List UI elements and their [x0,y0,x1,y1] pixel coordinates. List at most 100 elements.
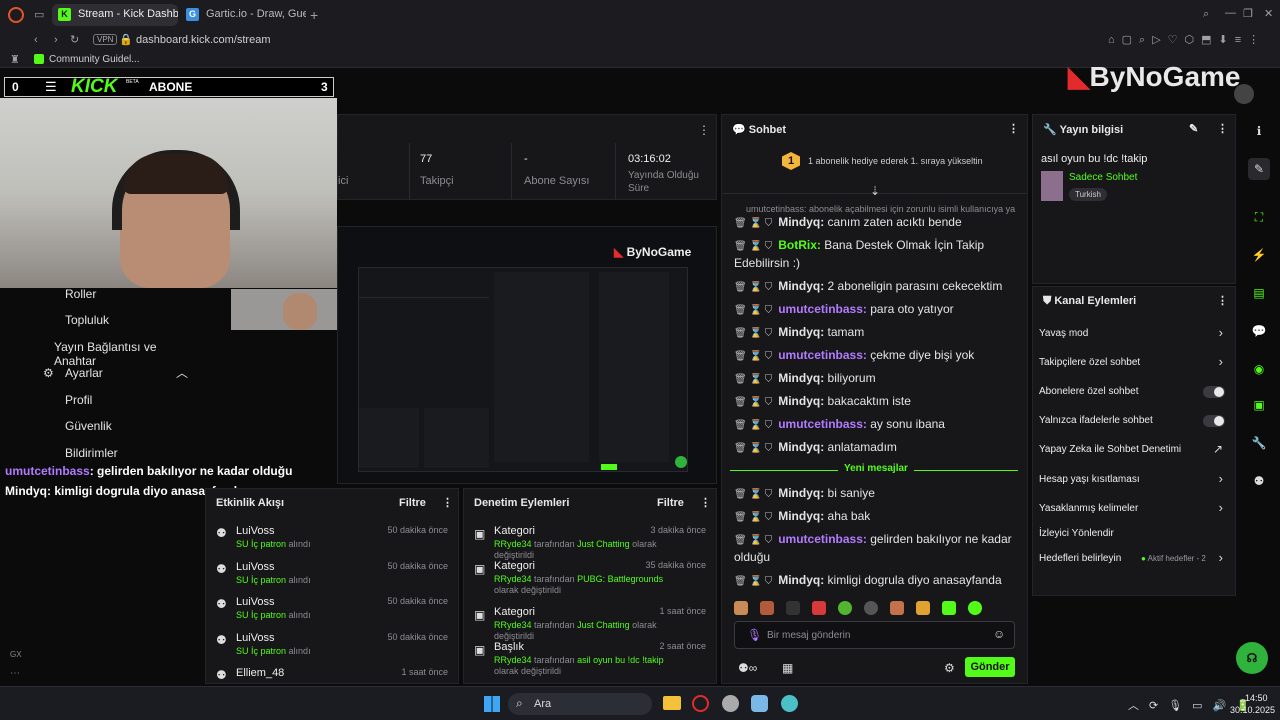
broadcast-icon[interactable]: ◉ [1248,358,1270,380]
channel-action-label[interactable]: Yapay Zeka ile Sohbet Denetimi [1039,444,1181,455]
channel-action-label[interactable]: Abonelere özel sohbet [1039,386,1139,397]
chat-rail-icon[interactable]: 💬 [1248,320,1270,342]
emote-icon[interactable] [890,601,904,615]
channel-action-label[interactable]: Yavaş mod [1039,328,1088,339]
chat-username[interactable]: Mindyq [778,486,820,500]
message-actions-icon[interactable]: 🗑 ⌛ ⛉ [734,443,772,454]
tab-kick-dashboard[interactable]: K Stream - Kick Dashboard [52,4,178,26]
moderation-item[interactable]: ▣ Başlık 2 saat önce RRyde34 tarafından asi… [464,637,716,681]
channel-action-item[interactable]: Hedefleri belirleyin › ● Aktif hedefler - … [1033,550,1235,570]
kick-points-icon[interactable]: ⚉∞ [738,661,757,675]
edit-icon[interactable]: ✎ [1189,122,1198,135]
menu-item-guvenlik[interactable]: Güvenlik [65,419,112,433]
message-actions-icon[interactable]: 🗑 ⌛ ⛉ [734,305,772,316]
channel-action-label[interactable]: İzleyici Yönlendir [1039,528,1114,539]
message-actions-icon[interactable]: 🗑 ⌛ ⛉ [734,512,772,523]
activity-item[interactable]: ⚉ LuiVoss 50 dakika önce SU İç patron alınd… [206,628,458,662]
chat-input-box[interactable]: 🎙 Bir mesaj gönderin ☺ [734,621,1015,649]
chat-username[interactable]: umutcetinbass [778,348,863,362]
chat-username[interactable]: umutcetinbass [778,532,863,546]
moderation-menu-icon[interactable]: ⋮ [700,496,711,509]
message-actions-icon[interactable]: 🗑 ⌛ ⛉ [734,351,772,362]
help-icon[interactable]: ☊ [1236,642,1268,674]
channel-action-label[interactable]: Hesap yaşı kısıtlaması [1039,474,1140,485]
url-text[interactable]: dashboard.kick.com/stream [136,34,271,46]
mic-icon[interactable]: 🎙 [747,628,762,642]
channel-action-item[interactable]: Yapay Zeka ile Sohbet Denetimi ↗ [1033,441,1235,461]
channel-action-item[interactable]: Yalnızca ifadelerle sohbet [1033,412,1235,432]
chat-message[interactable]: 🗑 ⌛ ⛉ Mindyq: tamam [734,324,1019,342]
chevron-right-icon[interactable]: › [1219,550,1223,565]
chat-message[interactable]: 🗑 ⌛ ⛉ umutcetinbass: para oto yatıyor [734,301,1019,319]
message-actions-icon[interactable]: 🗑 ⌛ ⛉ [734,397,772,408]
moderation-filter-button[interactable]: Filtre [657,497,684,509]
chat-message[interactable]: 🗑 ⌛ ⛉ Mindyq: 2 aboneligin parasını cekec… [734,278,1019,296]
channel-action-label[interactable]: Yasaklanmış kelimeler [1039,503,1138,514]
chat-message[interactable]: 🗑 ⌛ ⛉ Mindyq: canım zaten acıktı bende [734,214,1019,232]
channel-action-item[interactable]: Hesap yaşı kısıtlaması › [1033,471,1235,491]
emote-icon[interactable] [786,601,800,615]
workspaces-icon[interactable]: ▭ [34,8,44,21]
reload-icon[interactable]: ↻ [70,33,79,46]
lightning-icon[interactable]: ⚡ [1248,244,1270,266]
message-actions-icon[interactable]: 🗑 ⌛ ⛉ [734,218,772,229]
chat-input-placeholder[interactable]: Bir mesaj gönderin [767,630,850,641]
channel-action-item[interactable]: Yasaklanmış kelimeler › [1033,500,1235,520]
moderation-item[interactable]: ▣ Kategori 35 dakika önce RRyde34 tarafında… [464,556,716,600]
toggle-switch[interactable] [1203,415,1225,427]
channel-action-item[interactable]: Takipçilere özel sohbet › [1033,354,1235,374]
back-icon[interactable]: ‹ [34,34,38,46]
message-actions-icon[interactable]: 🗑 ⌛ ⛉ [734,489,772,500]
info-icon[interactable]: ℹ [1248,120,1270,142]
toggle-switch[interactable] [1203,386,1225,398]
store-icon[interactable]: ▦ [782,661,793,675]
emote-icon[interactable] [916,601,930,615]
clip-icon[interactable]: ⛶ [1248,206,1270,228]
steam-icon[interactable] [722,695,739,712]
chat-username[interactable]: Mindyq [778,371,820,385]
bookmark-community[interactable]: Community Guidel... [49,54,140,65]
chat-message[interactable]: 🗑 ⌛ ⛉ umutcetinbass: çekme diye bişi yok [734,347,1019,365]
message-actions-icon[interactable]: 🗑 ⌛ ⛉ [734,374,772,385]
opera-logo-icon[interactable] [8,7,24,23]
emote-icon[interactable] [734,601,748,615]
tools-icon[interactable]: 🔧 [1248,432,1270,454]
send-button[interactable]: Gönder [965,657,1015,677]
chat-username[interactable]: Mindyq [778,573,820,587]
extensions-icons[interactable]: ⌂▢⌕▷♡⬡⬒⬇≡⋮ [1108,33,1276,47]
channel-action-label[interactable]: Takipçilere özel sohbet [1039,357,1140,368]
activity-menu-icon[interactable]: ⋮ [442,496,453,509]
stats-menu-icon[interactable]: ⋮ [698,123,710,137]
document-icon[interactable]: ▤ [1248,282,1270,304]
message-actions-icon[interactable]: 🗑 ⌛ ⛉ [734,282,772,293]
emote-icon[interactable] [760,601,774,615]
chat-message[interactable]: 🗑 ⌛ ⛉ umutcetinbass: ay sonu ibana [734,416,1019,434]
chevron-right-icon[interactable]: › [1219,471,1223,486]
channel-action-label[interactable]: Yalnızca ifadelerle sohbet [1039,415,1153,426]
edit-rail-icon[interactable]: ✎ [1248,158,1270,180]
emote-icon[interactable] [942,601,956,615]
channel-action-label[interactable]: Hedefleri belirleyin [1039,553,1121,564]
close-window-icon[interactable]: ✕ [1264,7,1273,20]
emote-icon[interactable] [812,601,826,615]
menu-item-bildirimler[interactable]: Bildirimler [65,446,118,460]
channel-actions-menu-icon[interactable]: ⋮ [1217,294,1228,307]
emote-bar[interactable] [734,601,1019,617]
chat-message[interactable]: 🗑 ⌛ ⛉ BotRix: Bana Destek Olmak İçin Taki… [734,237,1019,272]
bookmark-app-icon[interactable]: ♜ [10,53,20,66]
chat-username[interactable]: Mindyq [778,440,820,454]
scroll-down-icon[interactable]: ⇣ [870,184,880,198]
vpn-badge[interactable]: VPN [93,34,118,45]
channel-action-item[interactable]: Abonelere özel sohbet [1033,383,1235,403]
chat-message[interactable]: 🗑 ⌛ ⛉ Mindyq: aha bak [734,508,1019,526]
chat-username[interactable]: BotRix [778,238,817,252]
menu-item-roller[interactable]: Roller [65,287,96,301]
chevron-right-icon[interactable]: › [1219,354,1223,369]
chat-message[interactable]: 🗑 ⌛ ⛉ Mindyq: bi saniye [734,485,1019,503]
emoji-icon[interactable]: ☺ [993,627,1005,641]
file-explorer-icon[interactable] [663,696,681,710]
chat-message[interactable]: 🗑 ⌛ ⛉ Mindyq: biliyorum [734,370,1019,388]
taskbar-search[interactable]: ⌕ Ara [508,693,652,715]
discord-icon[interactable] [751,695,768,712]
channel-action-item[interactable]: Yavaş mod › [1033,325,1235,345]
